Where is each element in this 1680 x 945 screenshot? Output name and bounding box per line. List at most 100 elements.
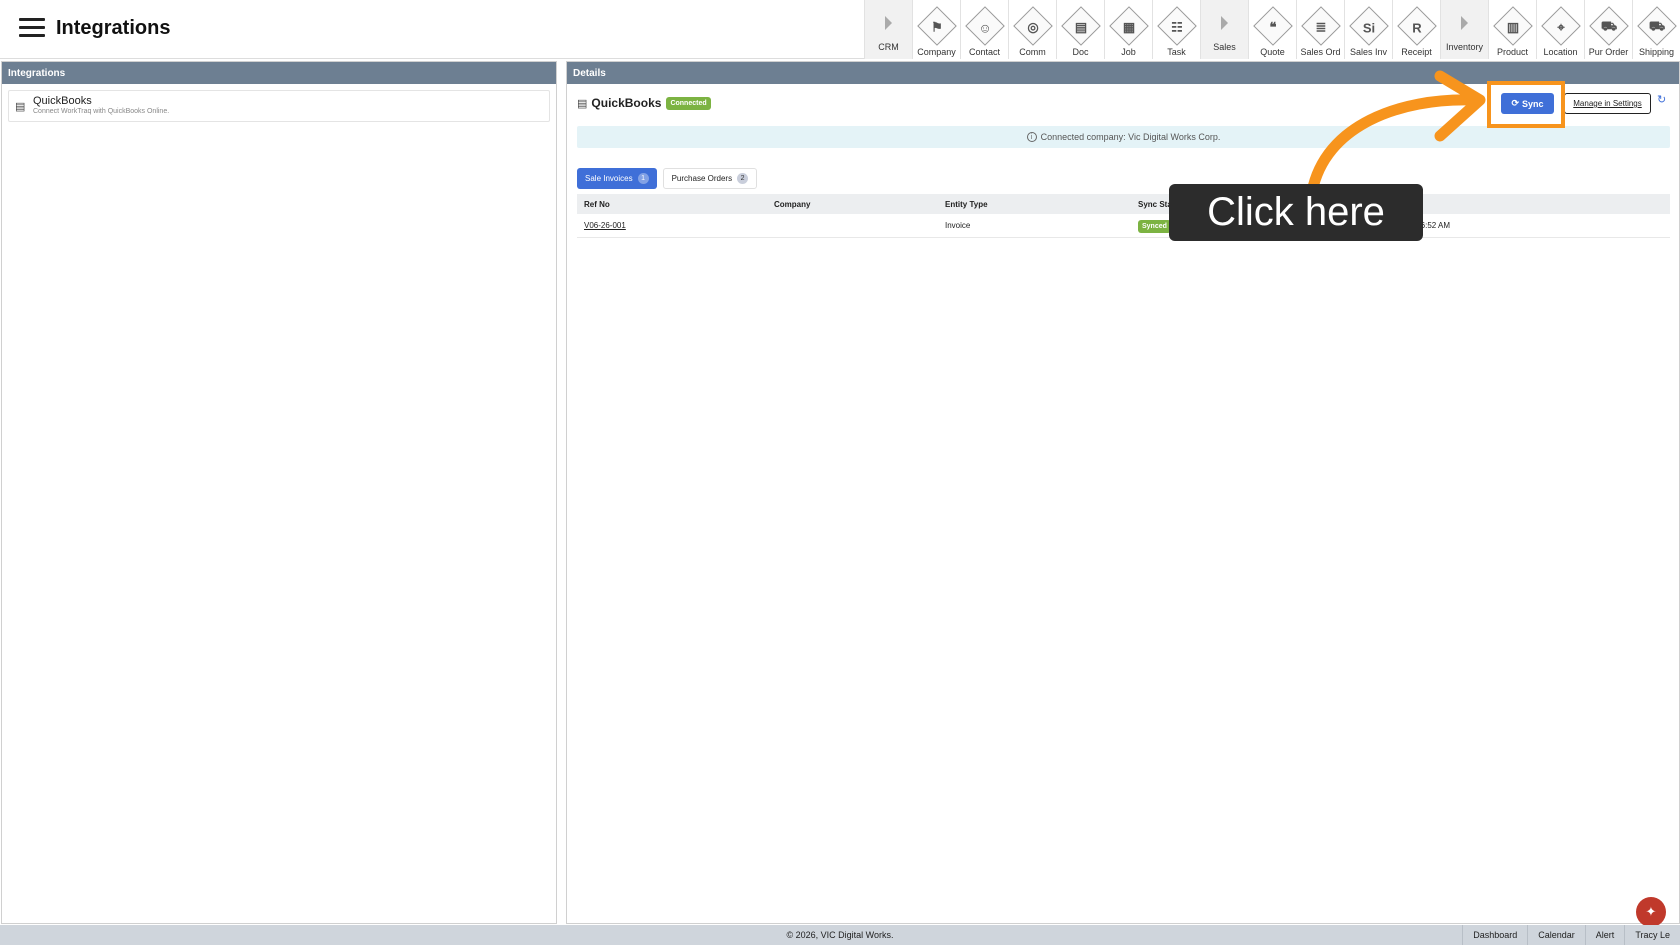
receipt-icon: R — [1396, 6, 1437, 46]
sync-icon: ⟳ — [1511, 98, 1520, 108]
integration-name: QuickBooks — [33, 95, 92, 107]
integration-item-quickbooks[interactable]: ▤ QuickBooks Connect WorkTraq with Quick… — [8, 90, 550, 122]
details-panel: Details ▤ QuickBooks Connected ⟳ Sync Ma… — [566, 61, 1680, 924]
module-doc[interactable]: ▤ Doc — [1056, 0, 1104, 59]
column-header-entity-type: Entity Type — [945, 199, 988, 209]
doc-icon: ▤ — [1060, 6, 1101, 46]
module-label: Sales Ord — [1300, 47, 1341, 57]
module-label: Pur Order — [1588, 47, 1629, 57]
status-badge: Connected — [666, 96, 711, 110]
module-label: Sales Inv — [1349, 47, 1388, 57]
refresh-icon[interactable]: ↻ — [1657, 93, 1666, 106]
tab-count: 2 — [737, 173, 749, 184]
footer-links: Dashboard Calendar Alert Tracy Le — [1462, 925, 1680, 945]
company-icon: ⚑ — [916, 6, 957, 46]
location-glyph: ⌖ — [1556, 19, 1565, 35]
comm-icon: ◎ — [1012, 6, 1053, 46]
receipt-glyph: R — [1411, 19, 1422, 35]
module-label: Receipt — [1401, 47, 1432, 57]
module-label: Shipping — [1638, 47, 1675, 57]
integrations-panel: Integrations ▤ QuickBooks Connect WorkTr… — [1, 61, 557, 924]
doc-glyph: ▤ — [1074, 19, 1087, 35]
contact-icon: ☺ — [964, 6, 1005, 46]
quote-glyph: ❝ — [1269, 19, 1276, 35]
module-crm[interactable]: CRM — [864, 0, 912, 59]
tab-purchase-orders[interactable]: Purchase Orders 2 — [662, 168, 758, 189]
synced-badge: Synced — [1138, 220, 1171, 233]
module-contact[interactable]: ☺ Contact — [960, 0, 1008, 59]
module-company[interactable]: ⚑ Company — [912, 0, 960, 59]
module-label: Company — [917, 47, 956, 57]
module-toolbar: CRM ⚑ Company ☺ Contact ◎ Comm ▤ Doc ▦ Job ☷ Task Sal… — [864, 0, 1680, 59]
module-sales-inv[interactable]: Si Sales Inv — [1344, 0, 1392, 59]
footer-link-alert[interactable]: Alert — [1584, 925, 1625, 945]
sales-inv-glyph: Si — [1362, 19, 1375, 35]
integrations-panel-header: Integrations — [2, 62, 556, 84]
table-row: V06-26-001 Invoice Synced :06:52 AM — [577, 214, 1670, 238]
task-icon: ☷ — [1156, 6, 1197, 46]
product-glyph: ▥ — [1506, 19, 1519, 35]
cell-ref-no: V06-26-001 — [577, 221, 767, 230]
module-shipping[interactable]: ⛟ Shipping — [1632, 0, 1680, 59]
cell-entity-type: Invoice — [945, 221, 971, 230]
module-label: Comm — [1019, 47, 1046, 57]
tab-label: Sale Invoices — [585, 174, 633, 183]
footer: © 2026, VIC Digital Works. Dashboard Cal… — [0, 925, 1680, 945]
caret-right-icon — [1221, 16, 1228, 30]
product-icon: ▥ — [1492, 6, 1533, 46]
footer-link-calendar[interactable]: Calendar — [1527, 925, 1585, 945]
job-glyph: ▦ — [1122, 19, 1135, 35]
ref-no-link[interactable]: V06-26-001 — [584, 221, 626, 230]
module-task[interactable]: ☷ Task — [1152, 0, 1200, 59]
comm-glyph: ◎ — [1026, 19, 1039, 35]
module-job[interactable]: ▦ Job — [1104, 0, 1152, 59]
tab-label: Purchase Orders — [671, 174, 733, 183]
module-label: Contact — [968, 47, 1001, 57]
module-label: Task — [1167, 47, 1186, 57]
module-label: Job — [1121, 47, 1136, 57]
module-comm[interactable]: ◎ Comm — [1008, 0, 1056, 59]
module-label: CRM — [878, 42, 899, 52]
module-receipt[interactable]: R Receipt — [1392, 0, 1440, 59]
company-glyph: ⚑ — [930, 19, 943, 35]
sales-inv-icon: Si — [1348, 6, 1389, 46]
sync-button[interactable]: ⟳ Sync — [1501, 93, 1554, 114]
integration-description: Connect WorkTraq with QuickBooks Online. — [33, 108, 170, 115]
module-label: Location — [1543, 47, 1578, 57]
module-product[interactable]: ▥ Product — [1488, 0, 1536, 59]
footer-link-dashboard[interactable]: Dashboard — [1462, 925, 1527, 945]
sales-ord-glyph: ≣ — [1315, 19, 1326, 35]
caret-right-icon — [1461, 16, 1468, 30]
module-sales-ord[interactable]: ≣ Sales Ord — [1296, 0, 1344, 59]
column-header-ref-no: Ref No — [584, 199, 610, 209]
module-quote[interactable]: ❝ Quote — [1248, 0, 1296, 59]
module-location[interactable]: ⌖ Location — [1536, 0, 1584, 59]
hamburger-menu-icon[interactable] — [19, 18, 45, 38]
click-here-callout: Click here — [1169, 184, 1423, 241]
tab-count: 1 — [637, 173, 649, 184]
detail-integration-name: QuickBooks — [591, 96, 662, 110]
footer-link-user[interactable]: Tracy Le — [1624, 925, 1680, 945]
module-inventory[interactable]: Inventory — [1440, 0, 1488, 59]
module-label: Doc — [1072, 47, 1089, 57]
module-sales[interactable]: Sales — [1200, 0, 1248, 59]
caret-right-icon — [885, 16, 892, 30]
assistant-sparkle-icon[interactable]: ✦ — [1636, 897, 1666, 927]
top-bar: Integrations CRM ⚑ Company ☺ Contact ◎ Comm ▤ Do… — [0, 0, 1680, 59]
job-icon: ▦ — [1108, 6, 1149, 46]
page-title: Integrations — [56, 17, 171, 39]
manage-in-settings-button[interactable]: Manage in Settings — [1564, 93, 1651, 114]
entity-tabs: Sale Invoices 1 Purchase Orders 2 — [577, 168, 758, 189]
module-label: Sales — [1213, 42, 1236, 52]
pur-order-glyph: ⛟ — [1600, 18, 1617, 34]
column-header-company: Company — [774, 199, 811, 209]
briefcase-icon: ▤ — [15, 101, 26, 113]
sales-ord-icon: ≣ — [1300, 6, 1341, 46]
module-pur-order[interactable]: ⛟ Pur Order — [1584, 0, 1632, 59]
quote-icon: ❝ — [1252, 6, 1293, 46]
module-label: Quote — [1260, 47, 1285, 57]
pur-order-icon: ⛟ — [1588, 6, 1629, 46]
module-label: Inventory — [1445, 42, 1484, 52]
info-icon: i — [1026, 132, 1037, 142]
tab-sale-invoices[interactable]: Sale Invoices 1 — [577, 168, 657, 189]
